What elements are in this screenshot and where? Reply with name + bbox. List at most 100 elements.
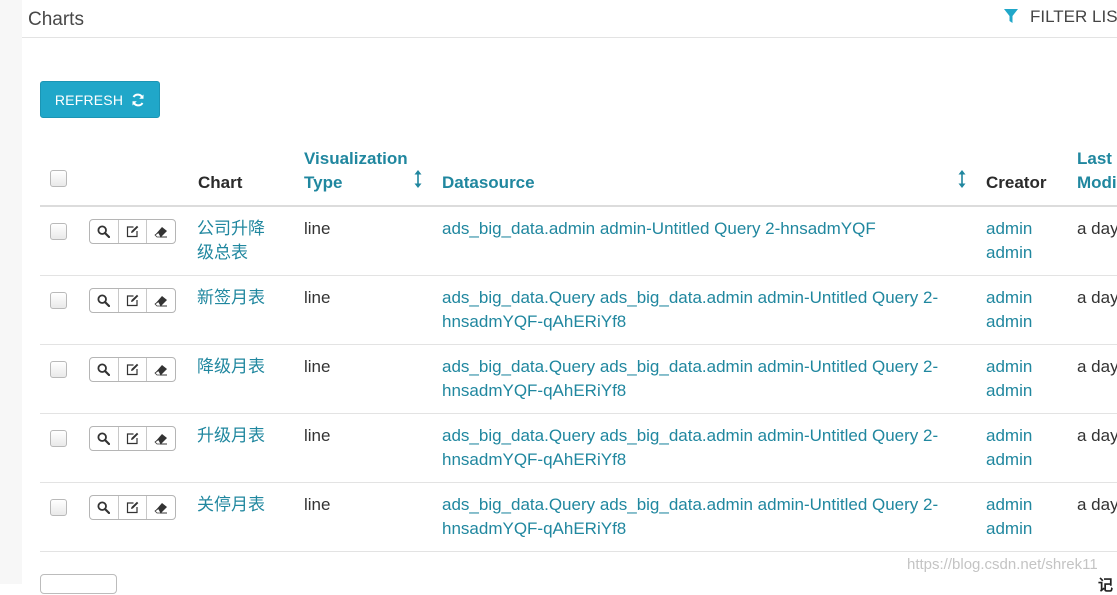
delete-button[interactable] (147, 220, 175, 243)
delete-button[interactable] (147, 358, 175, 381)
creator-link[interactable]: admin admin (986, 217, 1032, 265)
datasource-line1: ads_big_data.admin admin-Untitled Query … (442, 219, 876, 238)
modified-cell: a day (1077, 219, 1117, 238)
column-header-chart[interactable]: Chart (198, 171, 242, 195)
chart-name-line2: 级总表 (197, 243, 248, 262)
column-header-viz-type[interactable]: Visualization Type (304, 147, 408, 195)
edit-button[interactable] (119, 358, 148, 381)
datasource-line2: hnsadmYQF-qAhERiYf8 (442, 519, 627, 538)
creator-line1: admin (986, 495, 1033, 514)
row-actions (89, 288, 176, 313)
table-row: 关停月表 line ads_big_data.Query ads_big_data.… (40, 483, 1117, 552)
row-actions (89, 219, 176, 244)
view-button[interactable] (90, 289, 119, 312)
modified-cell: a day (1077, 426, 1117, 445)
column-header-last-modified[interactable]: Last Modi (1077, 147, 1117, 195)
delete-button[interactable] (147, 289, 175, 312)
datasource-link[interactable]: ads_big_data.Query ads_big_data.admin ad… (442, 493, 938, 541)
cut-off-text: 记 (1098, 577, 1114, 594)
datasource-line2: hnsadmYQF-qAhERiYf8 (442, 450, 627, 469)
row-checkbox[interactable] (50, 430, 67, 447)
page-header: Charts FILTER LIS (22, 0, 1117, 38)
creator-line1: admin (986, 357, 1033, 376)
creator-line1: admin (986, 288, 1033, 307)
page-title: Charts (28, 9, 84, 30)
eraser-icon (154, 502, 168, 513)
edit-button[interactable] (119, 496, 148, 519)
creator-line1: admin (986, 426, 1033, 445)
refresh-button[interactable]: REFRESH (40, 81, 160, 118)
viz-type-header-line2: Type (304, 173, 343, 192)
chart-name-line1: 升级月表 (197, 426, 265, 445)
select-all-checkbox[interactable] (50, 170, 67, 187)
datasource-link[interactable]: ads_big_data.Query ads_big_data.admin ad… (442, 355, 938, 403)
eraser-icon (154, 226, 168, 237)
creator-line2: admin (986, 381, 1033, 400)
column-header-datasource[interactable]: Datasource (442, 171, 535, 195)
filter-list-button[interactable]: FILTER LIS (1004, 6, 1117, 27)
chart-name-link[interactable]: 降级月表 (197, 355, 265, 379)
view-button[interactable] (90, 427, 119, 450)
eraser-icon (154, 295, 168, 306)
edit-icon (126, 501, 139, 514)
modified-cell: a day (1077, 288, 1117, 307)
row-checkbox[interactable] (50, 292, 67, 309)
pagination-control[interactable] (40, 574, 117, 594)
table-row: 公司升降级总表 line ads_big_data.admin admin-Unti… (40, 207, 1117, 276)
datasource-link[interactable]: ads_big_data.admin admin-Untitled Query … (442, 217, 876, 241)
edit-icon (126, 294, 139, 307)
row-actions (89, 426, 176, 451)
creator-link[interactable]: admin admin (986, 286, 1032, 334)
row-checkbox[interactable] (50, 499, 67, 516)
chart-name-link[interactable]: 升级月表 (197, 424, 265, 448)
viz-type-cell: line (304, 426, 331, 445)
view-button[interactable] (90, 496, 119, 519)
row-checkbox[interactable] (50, 223, 67, 240)
creator-link[interactable]: admin admin (986, 493, 1032, 541)
creator-link[interactable]: admin admin (986, 424, 1032, 472)
delete-button[interactable] (147, 496, 175, 519)
datasource-line1: ads_big_data.Query ads_big_data.admin ad… (442, 495, 939, 514)
filter-list-label: FILTER LIS (1030, 7, 1117, 26)
chart-name-link[interactable]: 新签月表 (197, 286, 265, 310)
search-icon (97, 225, 111, 238)
edit-button[interactable] (119, 427, 148, 450)
viz-type-cell: line (304, 357, 331, 376)
chart-name-line1: 降级月表 (197, 357, 265, 376)
sort-icon[interactable] (958, 169, 966, 189)
row-checkbox[interactable] (50, 361, 67, 378)
modified-cell: a day (1077, 495, 1117, 514)
chart-name-line1: 关停月表 (197, 495, 265, 514)
watermark: https://blog.csdn.net/shrek11 (907, 556, 1098, 573)
creator-line1: admin (986, 219, 1033, 238)
edit-icon (126, 225, 139, 238)
edit-button[interactable] (119, 220, 148, 243)
search-icon (97, 501, 111, 514)
creator-line2: admin (986, 450, 1033, 469)
chart-name-link[interactable]: 关停月表 (197, 493, 265, 517)
chart-name-line1: 公司升降 (197, 219, 265, 238)
viz-type-cell: line (304, 288, 331, 307)
delete-button[interactable] (147, 427, 175, 450)
datasource-link[interactable]: ads_big_data.Query ads_big_data.admin ad… (442, 424, 938, 472)
modified-cell: a day (1077, 357, 1117, 376)
view-button[interactable] (90, 220, 119, 243)
chart-name-link[interactable]: 公司升降 级总表 (197, 217, 265, 265)
viz-type-cell: line (304, 219, 331, 238)
table-row: 降级月表 line ads_big_data.Query ads_big_data.… (40, 345, 1117, 414)
datasource-line1: ads_big_data.Query ads_big_data.admin ad… (442, 426, 939, 445)
row-divider (40, 551, 1117, 552)
edit-button[interactable] (119, 289, 148, 312)
chart-name-line1: 新签月表 (197, 288, 265, 307)
column-header-creator[interactable]: Creator (986, 171, 1046, 195)
creator-link[interactable]: admin admin (986, 355, 1032, 403)
datasource-line2: hnsadmYQF-qAhERiYf8 (442, 381, 627, 400)
eraser-icon (154, 433, 168, 444)
sort-icon[interactable] (414, 169, 422, 189)
datasource-link[interactable]: ads_big_data.Query ads_big_data.admin ad… (442, 286, 938, 334)
modified-header-line1: Last (1077, 149, 1112, 168)
creator-line2: admin (986, 243, 1033, 262)
creator-line2: admin (986, 519, 1033, 538)
edit-icon (126, 363, 139, 376)
view-button[interactable] (90, 358, 119, 381)
